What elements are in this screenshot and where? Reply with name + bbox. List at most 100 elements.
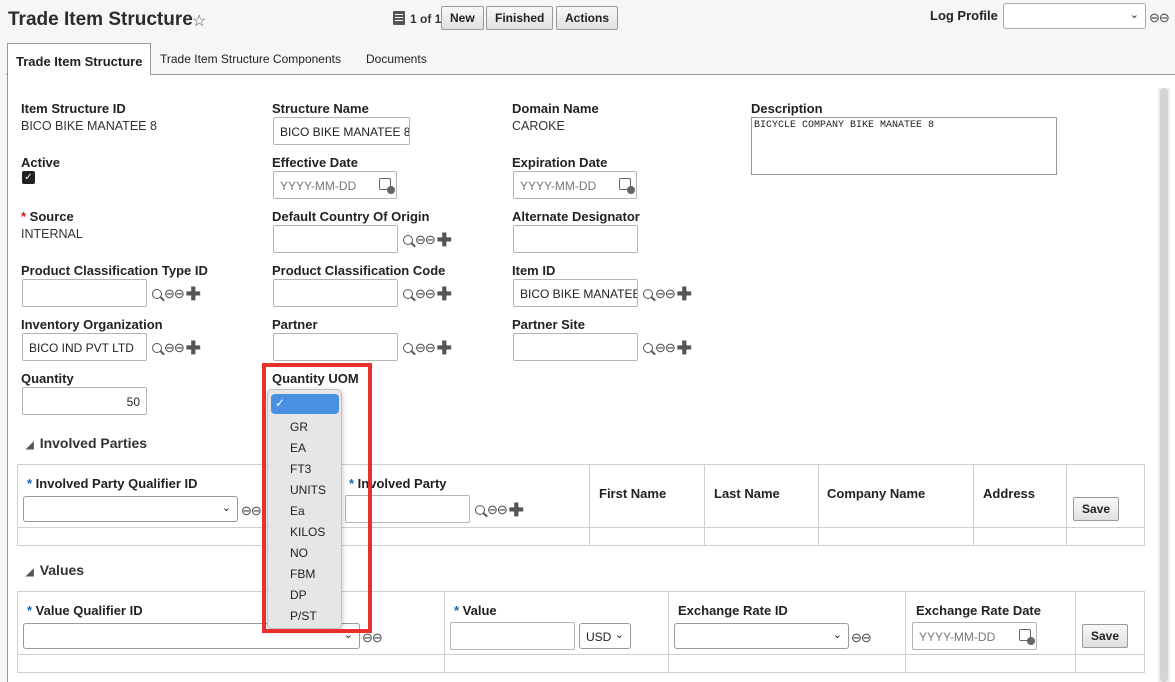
partner-input[interactable]: [273, 333, 398, 361]
values-save-button[interactable]: Save: [1082, 624, 1129, 648]
column-header: Address: [983, 486, 1036, 501]
lookup-glasses-icon[interactable]: ⊖⊖: [655, 340, 676, 356]
product-class-type-actions: ⊖⊖ ✚: [152, 285, 201, 303]
vertical-scrollbar[interactable]: [1158, 88, 1170, 682]
quantity-input[interactable]: 50: [22, 387, 147, 415]
column-divider: [444, 591, 445, 673]
actions-button[interactable]: Actions: [556, 6, 619, 30]
log-profile-select[interactable]: ⌄: [1003, 3, 1146, 29]
tab-trade-item-structure[interactable]: Trade Item Structure: [7, 43, 152, 75]
search-icon[interactable]: [403, 289, 413, 299]
involved-parties-header[interactable]: ◢ Involved Parties: [26, 435, 147, 451]
partner-site-input[interactable]: [513, 333, 638, 361]
add-icon[interactable]: ✚: [437, 339, 452, 357]
search-icon[interactable]: [403, 343, 413, 353]
add-icon[interactable]: ✚: [509, 501, 524, 519]
page-title: Trade Item Structure: [8, 9, 193, 30]
search-icon[interactable]: [643, 343, 653, 353]
structure-name-label: Structure Name: [272, 101, 369, 116]
active-checkbox[interactable]: ✓: [22, 171, 35, 184]
involved-party-actions: ⊖⊖ ✚: [475, 501, 524, 519]
item-id-input[interactable]: BICO BIKE MANATEE 8: [513, 279, 638, 307]
search-icon[interactable]: [152, 289, 162, 299]
column-divider: [668, 591, 669, 673]
column-divider: [1066, 464, 1067, 546]
calendar-icon[interactable]: [619, 178, 635, 194]
structure-name-input[interactable]: BICO BIKE MANATEE 8: [273, 117, 410, 145]
column-divider: [973, 464, 974, 546]
involved-party-qualifier-select[interactable]: ⌄: [23, 496, 238, 522]
lookup-glasses-icon[interactable]: ⊖⊖: [164, 340, 185, 356]
column-header: Exchange Rate ID: [678, 603, 788, 618]
exchange-rate-date-input[interactable]: YYYY-MM-DD: [912, 622, 1037, 650]
scrollbar-thumb[interactable]: [1160, 88, 1168, 682]
search-icon[interactable]: [643, 289, 653, 299]
item-structure-id-value: BICO BIKE MANATEE 8: [21, 119, 157, 133]
product-class-code-input[interactable]: [273, 279, 398, 307]
calendar-icon[interactable]: [1019, 629, 1035, 645]
search-icon[interactable]: [475, 505, 485, 515]
lookup-glasses-icon[interactable]: ⊖⊖: [415, 286, 436, 302]
column-divider: [704, 464, 705, 546]
lookup-glasses-icon[interactable]: ⊖⊖: [655, 286, 676, 302]
favorite-star-icon[interactable]: ☆: [192, 11, 206, 31]
values-header[interactable]: ◢ Values: [26, 562, 84, 578]
exchange-rate-id-select[interactable]: ⌄: [674, 623, 849, 649]
alternate-designator-input[interactable]: [513, 225, 638, 253]
effective-date-input[interactable]: YYYY-MM-DD: [273, 171, 397, 199]
search-icon[interactable]: [403, 235, 413, 245]
partner-site-actions: ⊖⊖ ✚: [643, 339, 692, 357]
add-icon[interactable]: ✚: [437, 231, 452, 249]
add-icon[interactable]: ✚: [186, 339, 201, 357]
item-id-label: Item ID: [512, 263, 556, 278]
add-icon[interactable]: ✚: [677, 339, 692, 357]
product-class-code-label: Product Classification Code: [272, 263, 446, 278]
calendar-icon[interactable]: [379, 178, 395, 194]
column-header: * Value Qualifier ID: [27, 603, 143, 618]
add-icon[interactable]: ✚: [186, 285, 201, 303]
inventory-org-label: Inventory Organization: [21, 317, 163, 332]
collapse-triangle-icon: ◢: [26, 440, 34, 451]
column-header: Last Name: [714, 486, 780, 501]
column-divider: [589, 464, 590, 546]
expiration-date-input[interactable]: YYYY-MM-DD: [513, 171, 637, 199]
log-profile-label: Log Profile: [930, 8, 998, 23]
list-icon[interactable]: [393, 11, 405, 25]
domain-name-value: CAROKE: [512, 119, 565, 133]
finished-button[interactable]: Finished: [486, 6, 554, 30]
chevron-down-icon: ⌄: [832, 629, 842, 641]
column-divider: [818, 464, 819, 546]
involved-parties-save-button[interactable]: Save: [1073, 497, 1120, 521]
lookup-glasses-icon[interactable]: ⊖⊖: [415, 232, 436, 248]
source-value: INTERNAL: [21, 227, 83, 241]
add-icon[interactable]: ✚: [677, 285, 692, 303]
lookup-glasses-icon[interactable]: ⊖⊖: [851, 630, 872, 646]
lookup-glasses-icon[interactable]: ⊖⊖: [164, 286, 185, 302]
lookup-glasses-icon[interactable]: ⊖⊖: [241, 503, 262, 519]
value-input[interactable]: [450, 622, 575, 650]
tab-components[interactable]: Trade Item Structure Components: [160, 52, 341, 66]
default-country-input[interactable]: [273, 225, 398, 253]
description-textarea[interactable]: BICYCLE COMPANY BIKE MANATEE 8: [751, 117, 1057, 175]
default-country-actions: ⊖⊖ ✚: [403, 231, 452, 249]
product-class-type-input[interactable]: [22, 279, 147, 307]
column-header: First Name: [599, 486, 667, 501]
inventory-org-input[interactable]: BICO IND PVT LTD: [22, 333, 147, 361]
lookup-glasses-icon[interactable]: ⊖⊖: [1149, 10, 1170, 26]
new-button[interactable]: New: [441, 6, 484, 30]
column-header: Exchange Rate Date: [916, 603, 1041, 618]
search-icon[interactable]: [152, 343, 162, 353]
tab-documents[interactable]: Documents: [366, 52, 427, 66]
collapse-triangle-icon: ◢: [26, 567, 34, 578]
column-header: * Involved Party Qualifier ID: [27, 476, 198, 491]
item-id-actions: ⊖⊖ ✚: [643, 285, 692, 303]
lookup-glasses-icon[interactable]: ⊖⊖: [487, 502, 508, 518]
add-icon[interactable]: ✚: [437, 285, 452, 303]
lookup-glasses-icon[interactable]: ⊖⊖: [415, 340, 436, 356]
chevron-down-icon: ⌄: [614, 629, 624, 641]
chevron-down-icon: ⌄: [1129, 9, 1139, 21]
column-divider: [1075, 591, 1076, 673]
currency-select[interactable]: USD ⌄: [579, 623, 631, 649]
quantity-label: Quantity: [21, 371, 74, 386]
domain-name-label: Domain Name: [512, 101, 599, 116]
